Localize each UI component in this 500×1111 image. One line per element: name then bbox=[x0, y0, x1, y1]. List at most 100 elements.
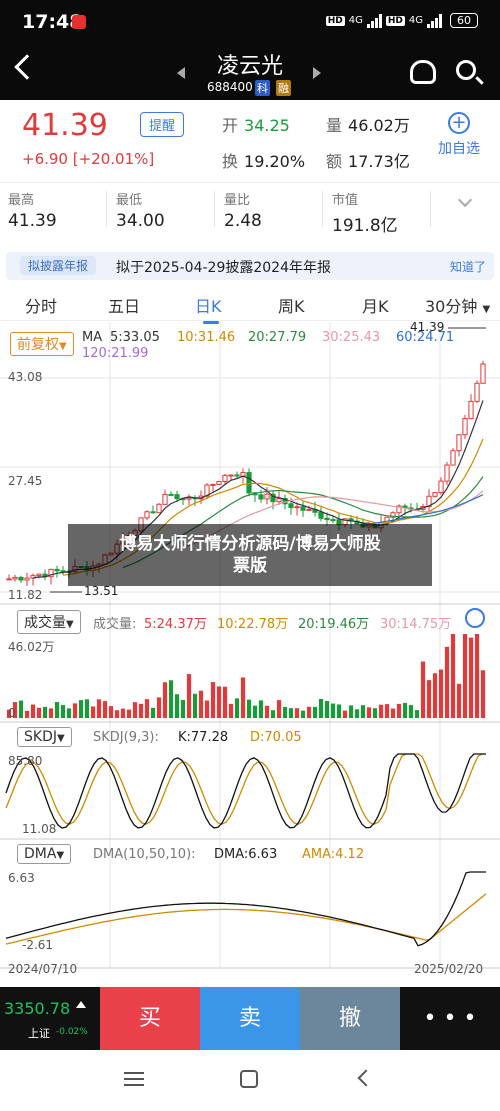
notice-badge: 拟披露年报 bbox=[20, 256, 97, 275]
volume-bar bbox=[78, 700, 84, 718]
stats-row: 最高 41.39 最低 34.00 量比 2.48 市值 191.8亿 bbox=[0, 182, 500, 242]
volume-bar bbox=[180, 700, 186, 718]
tab-monthly-k[interactable]: 月K bbox=[362, 293, 389, 317]
volume-ratio-value: 2.48 bbox=[224, 211, 262, 231]
remind-button[interactable]: 提醒 bbox=[140, 112, 185, 137]
volume-label: 量 bbox=[326, 116, 343, 135]
quote-panel: 41.39 +6.90 [+20.01%] 提醒 开 34.25 量 46.02万 … bbox=[0, 100, 500, 182]
candle-body bbox=[162, 493, 168, 505]
dropdown-arrow-icon: ▼ bbox=[482, 304, 491, 315]
volume-bar bbox=[360, 705, 366, 718]
volume-bar bbox=[450, 634, 456, 718]
system-back-icon[interactable] bbox=[357, 1069, 375, 1087]
volume-bar bbox=[132, 702, 138, 718]
volume-bar bbox=[240, 677, 246, 718]
recent-apps-icon[interactable] bbox=[124, 1072, 144, 1086]
market-cap-label: 市值 bbox=[332, 193, 359, 208]
change-percent: [+20.01%] bbox=[72, 150, 155, 168]
candle-body bbox=[444, 464, 450, 482]
volume-bar bbox=[402, 702, 408, 718]
next-stock-icon[interactable] bbox=[313, 67, 321, 79]
volume-bar bbox=[24, 710, 30, 718]
candle-body bbox=[456, 434, 462, 452]
star-market-badge: 科 bbox=[255, 80, 270, 96]
notice-bar[interactable]: 拟披露年报 拟于2025-04-29披露2024年年报 知道了 bbox=[6, 252, 494, 280]
index-up-arrow-icon bbox=[76, 1001, 86, 1008]
divider bbox=[214, 191, 215, 227]
volume-bar bbox=[348, 705, 354, 718]
candle-body bbox=[324, 517, 330, 521]
search-icon[interactable] bbox=[456, 60, 476, 80]
candle-body bbox=[258, 494, 264, 500]
volume-bar bbox=[150, 707, 156, 718]
system-nav-bar bbox=[0, 1050, 500, 1111]
candle-body bbox=[480, 363, 486, 384]
home-icon[interactable] bbox=[240, 1070, 258, 1088]
buy-button[interactable]: 买 bbox=[100, 987, 200, 1050]
tab-five-day[interactable]: 五日 bbox=[108, 293, 140, 317]
candle-body bbox=[264, 493, 270, 500]
period-tabs: 分时 五日 日K 周K 月K 30分钟 ▼ bbox=[0, 285, 500, 324]
candle-body bbox=[12, 576, 18, 580]
tab-daily-k[interactable]: 日K bbox=[195, 293, 222, 324]
volume-bar bbox=[462, 634, 468, 718]
candle-body bbox=[276, 498, 282, 503]
index-change: -0.02% bbox=[56, 1027, 88, 1037]
candle-body bbox=[228, 474, 234, 477]
volume-bar bbox=[294, 708, 300, 718]
volume-bar bbox=[468, 637, 474, 718]
candle-body bbox=[300, 506, 306, 511]
status-bar: 17:48 HD 4G HD 4G 60 bbox=[0, 0, 500, 42]
more-button[interactable]: • • • bbox=[400, 987, 500, 1050]
candle-body bbox=[432, 492, 438, 497]
volume-bar bbox=[432, 673, 438, 718]
volume-value: 46.02万 bbox=[348, 116, 410, 135]
battery-icon: 60 bbox=[450, 13, 478, 28]
volume-bar bbox=[258, 700, 264, 718]
candle-body bbox=[168, 493, 174, 496]
tab-weekly-k[interactable]: 周K bbox=[278, 293, 305, 317]
volume-bar bbox=[444, 646, 450, 718]
gridlines bbox=[0, 322, 500, 969]
volume-bar bbox=[408, 705, 414, 718]
change-value: +6.90 bbox=[22, 150, 68, 168]
turnover-label: 换 bbox=[222, 152, 239, 171]
candle-body bbox=[474, 382, 480, 402]
low-cell: 最低 34.00 bbox=[116, 189, 165, 231]
index-ticker[interactable]: 3350.78 上证 -0.02% bbox=[0, 987, 100, 1050]
watermark-line-1: 博易大师行情分析源码/博易大师股 bbox=[119, 534, 381, 554]
volume-bar bbox=[114, 710, 120, 718]
volume-bar bbox=[378, 704, 384, 718]
volume-bar bbox=[204, 700, 210, 718]
candle-body bbox=[438, 480, 444, 494]
volume-bar bbox=[480, 670, 486, 718]
price-change: +6.90 [+20.01%] bbox=[22, 150, 154, 168]
add-watchlist-button[interactable]: + 加自选 bbox=[438, 112, 480, 158]
volume-bar bbox=[144, 699, 150, 718]
notice-dismiss-button[interactable]: 知道了 bbox=[450, 258, 486, 275]
candle-body bbox=[288, 503, 294, 509]
volume-cell: 量 46.02万 bbox=[326, 112, 410, 136]
candle-body bbox=[18, 576, 24, 581]
cancel-order-button[interactable]: 撤 bbox=[300, 987, 400, 1050]
volume-bar bbox=[414, 710, 420, 718]
candle-body bbox=[216, 481, 222, 485]
sell-button[interactable]: 卖 bbox=[200, 987, 300, 1050]
volume-bar bbox=[66, 708, 72, 718]
candle-body bbox=[318, 511, 324, 519]
settings-gear-icon[interactable] bbox=[465, 608, 485, 628]
volume-bar bbox=[420, 661, 426, 718]
volume-bar bbox=[342, 710, 348, 718]
kline-chart[interactable] bbox=[0, 322, 500, 982]
customer-service-icon[interactable] bbox=[410, 60, 436, 84]
volume-bar bbox=[84, 699, 90, 718]
tab-intraday[interactable]: 分时 bbox=[25, 293, 57, 317]
hd-icon: HD bbox=[325, 15, 345, 26]
candle-body bbox=[144, 511, 150, 519]
tab-minute-select[interactable]: 30分钟 ▼ bbox=[425, 293, 490, 317]
signal-icon-2 bbox=[427, 13, 442, 28]
volume-bar bbox=[174, 694, 180, 718]
expand-chevron-icon[interactable] bbox=[457, 192, 473, 208]
volume-bar bbox=[60, 705, 66, 718]
open-label: 开 bbox=[222, 116, 239, 135]
